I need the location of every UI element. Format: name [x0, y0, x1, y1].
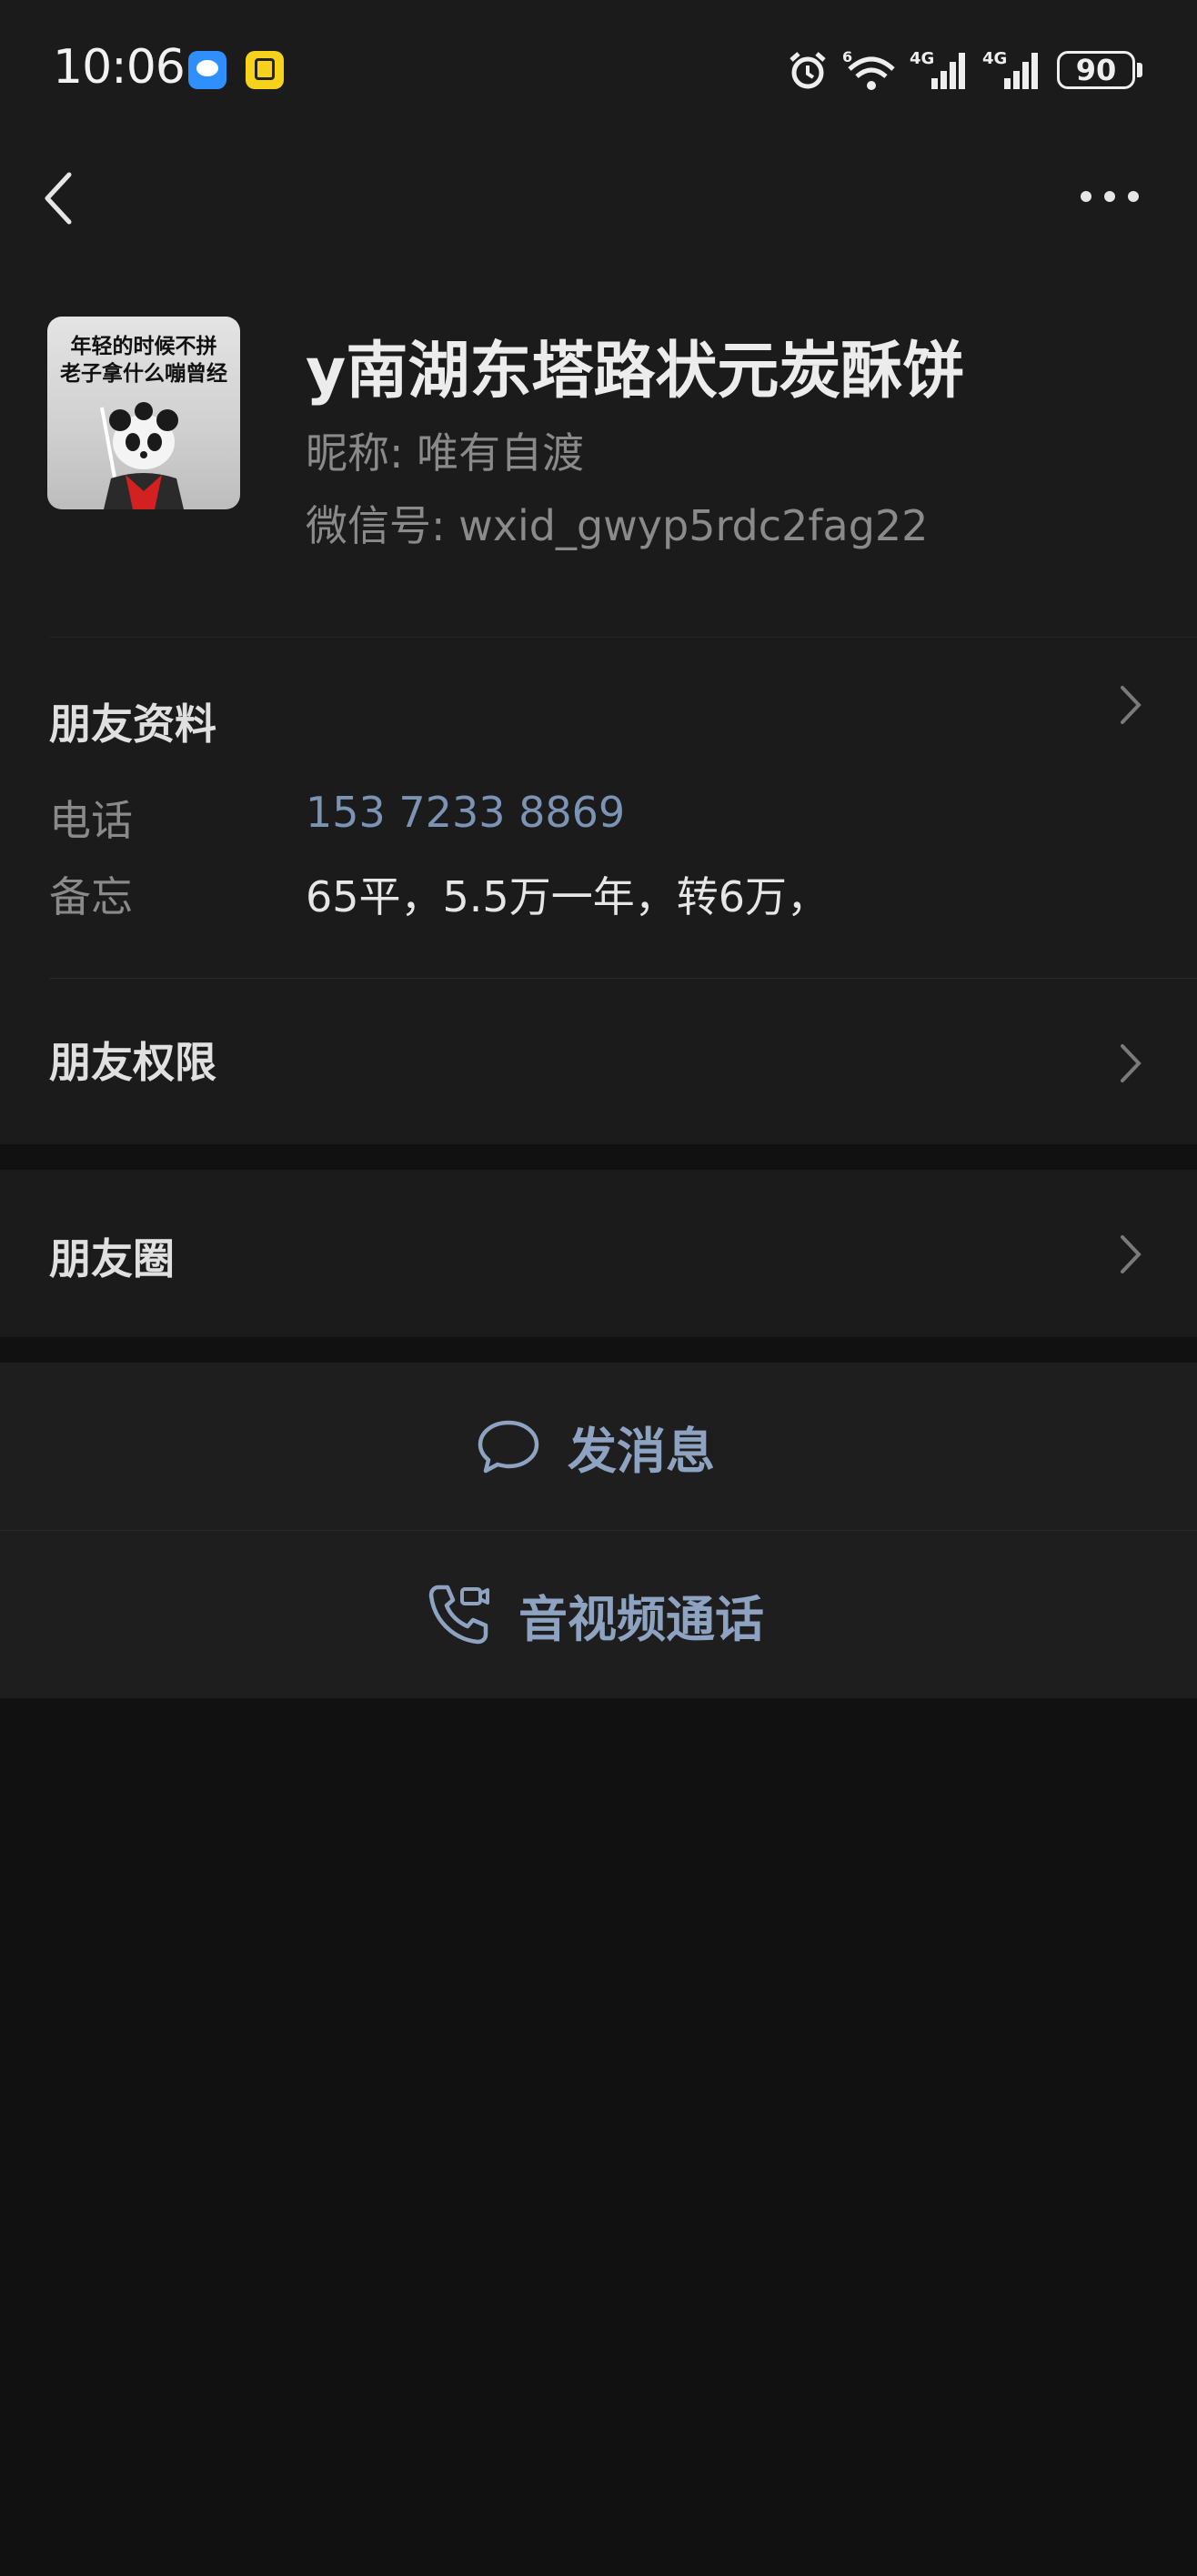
video-call-icon: [428, 1585, 489, 1645]
battery-level: 90: [1075, 53, 1117, 87]
avatar-caption-line1: 年轻的时候不拼: [70, 334, 217, 358]
avatar-caption-line2: 老子拿什么嘣曾经: [60, 361, 227, 386]
wifi-icon: 6: [842, 48, 895, 90]
friend-info-title: 朋友资料: [49, 699, 216, 749]
back-button[interactable]: [35, 162, 86, 235]
alarm-icon: [790, 52, 826, 89]
avatar[interactable]: 年轻的时候不拼 老子拿什么嘣曾经: [47, 317, 240, 509]
chevron-right-icon: [1121, 1044, 1142, 1082]
more-button[interactable]: [1073, 178, 1146, 215]
chevron-right-icon: [1121, 686, 1142, 724]
status-bar: 10:06 6 4G 4G 90: [0, 0, 1197, 136]
send-message-label: 发消息: [568, 1422, 715, 1480]
status-time: 10:06: [53, 40, 186, 95]
message-app-icon: [188, 51, 226, 89]
friend-permissions-title: 朋友权限: [49, 1038, 216, 1087]
yellow-app-icon: [246, 51, 284, 89]
chevron-right-icon: [1121, 1235, 1142, 1273]
battery-tip: [1137, 63, 1142, 77]
memo-text: 65平，5.5万一年，转6万，: [306, 872, 829, 921]
divider: [49, 637, 1197, 638]
avatar-caption: 年轻的时候不拼 老子拿什么嘣曾经: [47, 333, 240, 387]
svg-text:4G: 4G: [982, 49, 1007, 68]
chevron-left-icon: [45, 172, 72, 225]
signal-4g-icon: 4G: [910, 49, 965, 89]
friend-info-row[interactable]: 朋友资料 电话 153 7233 8869 备忘 65平，5.5万一年，转6万，: [0, 655, 1197, 973]
moments-row[interactable]: 朋友圈: [0, 1170, 1197, 1337]
phone-number[interactable]: 153 7233 8869: [306, 788, 625, 837]
contact-profile-page: 10:06 6 4G 4G 90 年轻的时候不拼 老子拿什么嘣曾经 y南湖东塔路…: [0, 0, 1197, 2576]
battery-icon: 90: [1057, 51, 1135, 89]
memo-label: 备忘: [49, 872, 133, 921]
more-dots-icon: [1081, 191, 1139, 202]
moments-title: 朋友圈: [49, 1234, 175, 1283]
nickname: 昵称: 唯有自渡: [306, 428, 585, 478]
wechat-id[interactable]: 微信号: wxid_gwyp5rdc2fag22: [306, 493, 928, 553]
signal-4g-icon-2: 4G: [982, 49, 1038, 89]
svg-text:6: 6: [842, 48, 852, 65]
section-gap: [0, 1337, 1197, 1363]
video-call-button[interactable]: 音视频通话: [0, 1531, 1197, 1698]
video-call-label: 音视频通话: [518, 1590, 764, 1648]
phone-label: 电话: [49, 796, 133, 845]
svg-text:4G: 4G: [910, 49, 934, 68]
friend-permissions-row[interactable]: 朋友权限: [0, 979, 1197, 1144]
panda-image: [100, 402, 184, 509]
section-gap: [0, 1144, 1197, 1170]
send-message-button[interactable]: 发消息: [0, 1363, 1197, 1530]
display-name: y南湖东塔路状元炭酥饼: [306, 336, 965, 408]
chat-bubble-icon: [478, 1420, 539, 1474]
